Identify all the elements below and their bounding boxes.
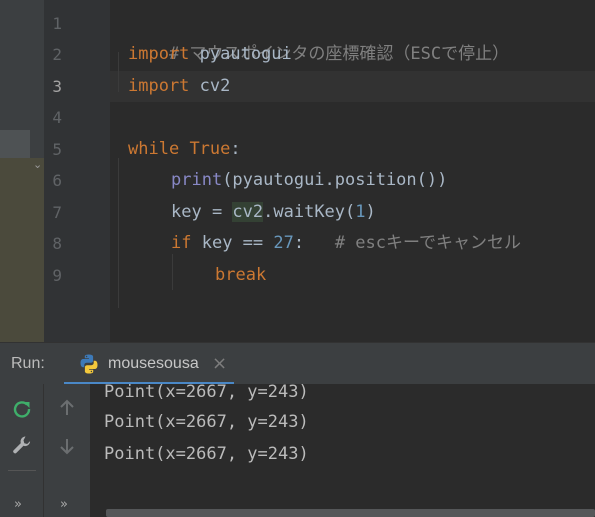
line-number: 7: [52, 203, 62, 222]
keyword: import: [128, 76, 190, 96]
run-toolbar-primary: »: [0, 384, 44, 517]
code-line-9: break: [215, 260, 266, 291]
keyword: if: [171, 233, 192, 253]
code-editor[interactable]: # マウスポインタの座標確認（ESCで停止） import pyautogui …: [110, 0, 595, 342]
highlighted-identifier: cv2: [232, 202, 264, 222]
line-number: 9: [52, 266, 62, 285]
code-text: key =: [171, 202, 233, 222]
run-label: Run:: [11, 355, 45, 372]
arrow-up-icon[interactable]: [57, 398, 77, 418]
line-number: 4: [52, 108, 62, 127]
code-text: .waitKey(: [263, 202, 356, 222]
wrench-icon[interactable]: [11, 434, 33, 456]
line-number: 8: [52, 234, 62, 253]
code-line-2: import pyautogui: [128, 39, 292, 70]
code-text: pyautogui: [189, 44, 292, 64]
code-text: key ==: [191, 233, 274, 253]
console-output[interactable]: Point(x=2667, y=243) Point(x=2667, y=243…: [90, 382, 595, 517]
run-toolbar-secondary: »: [44, 384, 90, 517]
close-icon[interactable]: ×: [212, 353, 227, 374]
indent-guide: [172, 254, 173, 290]
arrow-down-icon[interactable]: [57, 436, 77, 456]
console-line: Point(x=2667, y=243): [104, 444, 309, 464]
horizontal-scrollbar[interactable]: [106, 509, 595, 517]
code-text: cv2: [189, 76, 231, 96]
code-line-1: # マウスポインタの座標確認（ESCで停止）: [128, 8, 509, 64]
fold-guide: [118, 158, 119, 308]
code-text: ): [365, 202, 376, 222]
number-literal: 1: [355, 202, 366, 222]
line-number: 2: [52, 45, 62, 64]
python-icon: [80, 354, 98, 374]
code-text: (pyautogui.position()): [222, 170, 448, 190]
keyword: import: [128, 44, 190, 64]
code-line-8: if key == 27: # escキーでキャンセル: [171, 228, 521, 259]
keyword: while: [128, 139, 180, 159]
code-text: :: [230, 139, 241, 159]
code-line-7: key = cv2.waitKey(1): [171, 197, 376, 228]
panel-block: [30, 130, 44, 158]
panel-block: [0, 158, 44, 342]
console-line: Point(x=2667, y=243): [104, 382, 309, 402]
line-number: 5: [52, 140, 62, 159]
keyword: break: [215, 265, 267, 285]
console-line: Point(x=2667, y=243): [104, 412, 309, 432]
line-number: 1: [52, 14, 62, 33]
number-literal: 27: [273, 233, 294, 253]
panel-block: [0, 130, 30, 158]
code-line-6: print(pyautogui.position()): [171, 165, 447, 196]
line-number: 3: [52, 77, 62, 96]
toolbar-separator: [8, 470, 36, 471]
fold-guide: [118, 52, 119, 92]
left-panel-strip: ⌄: [0, 0, 44, 342]
code-line-3: import cv2: [128, 71, 230, 102]
comment: # escキーでキャンセル: [334, 233, 521, 253]
keyword: True: [189, 139, 231, 159]
chevron-down-icon[interactable]: ⌄: [33, 158, 42, 171]
builtin-function: print: [171, 170, 223, 190]
editor-gutter: 1 2 3 4 5 6 7 8 9: [44, 0, 122, 342]
line-number: 6: [52, 171, 62, 190]
more-actions-icon[interactable]: »: [60, 497, 68, 512]
tab-label: mousesousa: [108, 355, 199, 372]
code-text: :: [293, 233, 335, 253]
code-line-5: while True:: [128, 134, 241, 165]
more-actions-icon[interactable]: »: [14, 497, 22, 512]
rerun-icon[interactable]: [11, 398, 33, 420]
